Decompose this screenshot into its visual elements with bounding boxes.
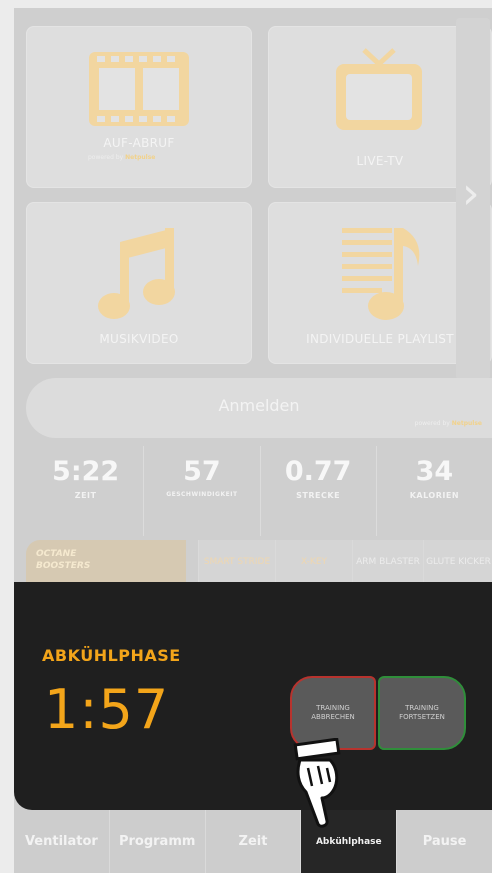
pointing-hand-icon xyxy=(293,738,341,828)
stat-value: 34 xyxy=(415,456,454,487)
stat-strecke: 0.77 STRECKE xyxy=(261,446,377,536)
login-button[interactable]: Anmelden powered by Netpulse xyxy=(26,378,492,438)
powered-by: powered by Netpulse xyxy=(88,154,155,161)
bottom-pause-button[interactable]: Pause xyxy=(397,810,492,873)
stat-zeit: 5:22 ZEIT xyxy=(28,446,145,536)
stat-value: 0.77 xyxy=(284,456,352,487)
booster-smart-stride[interactable]: SMART STRIDE xyxy=(198,540,275,584)
next-page-button[interactable]: › xyxy=(456,18,490,380)
cooldown-panel: ABKÜHLPHASE 1:57 TRAINING ABBRECHEN TRAI… xyxy=(14,582,492,810)
tile-label: AUF-ABRUF xyxy=(103,136,175,150)
workout-stats: 5:22 ZEIT 57 GESCHWINDIGKEIT 0.77 STRECK… xyxy=(28,446,492,536)
bottom-ventilator-button[interactable]: Ventilator xyxy=(14,810,110,873)
stat-geschwindigkeit: 57 GESCHWINDIGKEIT xyxy=(144,446,261,536)
cooldown-timer: 1:57 xyxy=(44,678,170,741)
chevron-right-icon: › xyxy=(462,168,480,219)
stat-label: ZEIT xyxy=(74,491,97,500)
app-screen: AUF-ABRUF powered by Netpulse LIVE-TV MU… xyxy=(14,8,492,873)
stat-label: KALORIEN xyxy=(409,491,460,500)
film-icon xyxy=(89,52,189,126)
stat-label: GESCHWINDIGKEIT xyxy=(166,491,238,498)
stat-value: 5:22 xyxy=(52,456,120,487)
login-label: Anmelden xyxy=(218,396,300,415)
stat-label: STRECKE xyxy=(296,491,341,500)
booster-arm-blaster[interactable]: ARM BLASTER xyxy=(352,540,423,584)
booster-glute-kicker[interactable]: GLUTE KICKER xyxy=(423,540,492,584)
playlist-icon xyxy=(342,228,420,320)
tv-icon xyxy=(336,48,422,130)
bottom-bar: Ventilator Programm Zeit Abkühlphase Pau… xyxy=(14,810,492,873)
powered-by: powered by Netpulse xyxy=(415,420,482,427)
continue-workout-button[interactable]: TRAINING FORTSETZEN xyxy=(378,676,466,750)
stat-value: 57 xyxy=(183,456,221,487)
powered-by-text: powered by xyxy=(414,420,450,427)
bottom-programm-button[interactable]: Programm xyxy=(109,810,206,873)
tile-label: MUSIKVIDEO xyxy=(99,332,179,346)
octane-boosters: OCTANE BOOSTERS SMART STRIDE X-KEY ARM B… xyxy=(26,540,492,584)
boosters-title-line1: OCTANE xyxy=(36,549,77,559)
netpulse-logo: Netpulse xyxy=(451,420,482,427)
boosters-title-line2: BOOSTERS xyxy=(36,561,91,571)
netpulse-logo: Netpulse xyxy=(125,154,156,161)
cooldown-label: ABKÜHLPHASE xyxy=(42,646,181,665)
music-note-icon xyxy=(98,228,175,319)
tile-auf-abruf[interactable]: AUF-ABRUF powered by Netpulse xyxy=(26,26,252,188)
stat-kalorien: 34 KALORIEN xyxy=(377,446,492,536)
tile-musikvideo[interactable]: MUSIKVIDEO xyxy=(26,202,252,364)
powered-by-text: powered by xyxy=(88,154,124,161)
boosters-title: OCTANE BOOSTERS xyxy=(26,540,186,584)
booster-x-key[interactable]: X-KEY xyxy=(275,540,352,584)
